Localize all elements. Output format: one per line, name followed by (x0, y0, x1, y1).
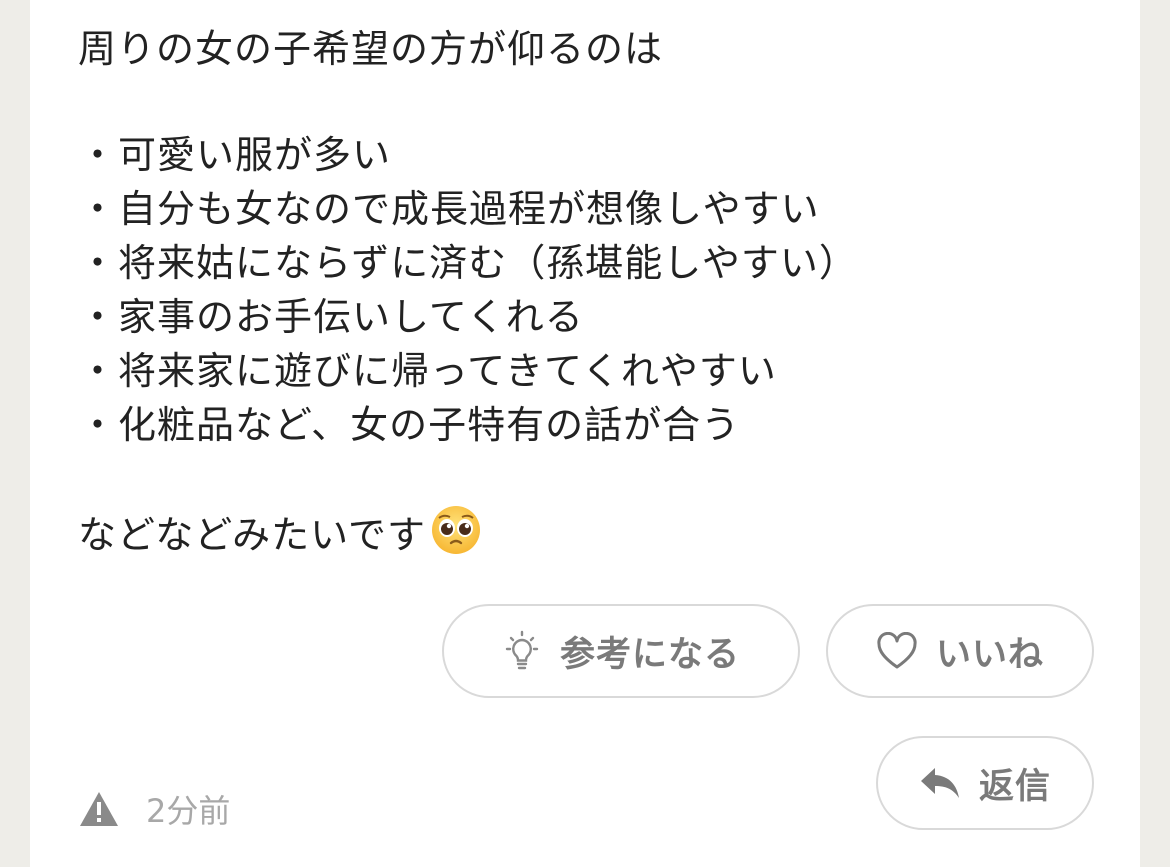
heart-icon (876, 632, 918, 670)
list-item: ・家事のお手伝いしてくれる (78, 295, 584, 339)
comment-meta: 2分前 (78, 786, 230, 832)
reply-label: 返信 (978, 766, 1051, 807)
reply-button[interactable]: 返信 (876, 736, 1094, 830)
pleading-face-emoji-icon (430, 504, 482, 570)
comment-card: 周りの女の子希望の方が仰るのは ・可愛い服が多い ・自分も女なので成長過程が想像… (30, 0, 1140, 867)
comment-closing: などなどみたいです (78, 504, 1118, 570)
list-item: ・将来家に遊びに帰ってきてくれやすい (78, 349, 777, 393)
list-item: ・将来姑にならずに済む（孫堪能しやすい） (78, 241, 858, 285)
comment-body: 周りの女の子希望の方が仰るのは ・可愛い服が多い ・自分も女なので成長過程が想像… (78, 22, 1118, 570)
like-label: いいね (935, 634, 1044, 675)
helpful-button[interactable]: 参考になる (442, 604, 800, 698)
warning-icon[interactable] (78, 790, 120, 828)
list-item: ・自分も女なので成長過程が想像しやすい (78, 187, 820, 231)
reply-arrow-icon (919, 766, 961, 800)
list-item: ・可愛い服が多い (78, 133, 392, 177)
comment-intro: 周りの女の子希望の方が仰るのは (78, 27, 664, 71)
list-item: ・化粧品など、女の子特有の話が合う (78, 403, 741, 447)
reason-list: ・可愛い服が多い ・自分も女なので成長過程が想像しやすい ・将来姑にならずに済む… (78, 128, 1118, 452)
timestamp: 2分前 (146, 792, 231, 830)
helpful-label: 参考になる (559, 634, 740, 675)
like-button[interactable]: いいね (826, 604, 1094, 698)
lightbulb-icon (502, 630, 542, 672)
